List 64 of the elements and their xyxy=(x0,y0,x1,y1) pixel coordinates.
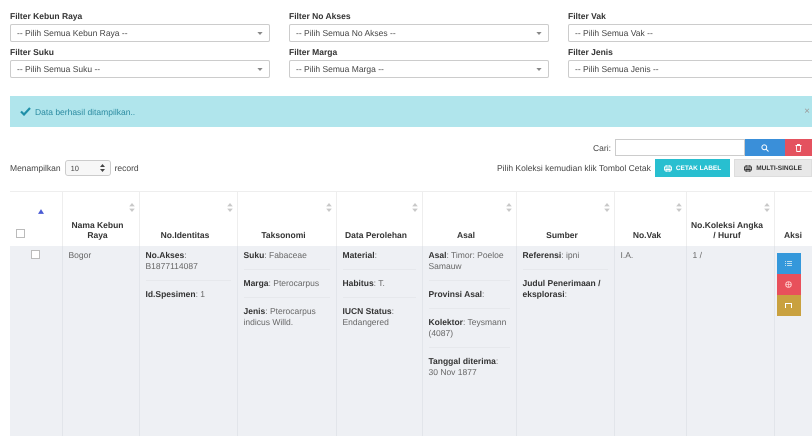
table-cell-field: Suku: Fabaceae xyxy=(244,250,330,270)
table-cell-field: Kolektor: Teysmann (4087) xyxy=(428,317,510,348)
filter-label: Filter No Akses xyxy=(289,11,352,21)
printer-icon xyxy=(664,164,672,172)
circle-icon xyxy=(785,281,792,288)
table-cell-field: Material: xyxy=(342,250,416,270)
column-header[interactable]: No.Vak xyxy=(614,192,686,246)
print-hint: Pilih Koleksi kemudian klik Tombol Cetak xyxy=(497,163,651,173)
length-suffix: record xyxy=(114,163,139,173)
table-cell-field: Marga: Pterocarpus xyxy=(244,278,330,298)
filter-label: Filter Vak xyxy=(568,11,607,21)
caret-icon xyxy=(536,68,542,70)
caret-icon xyxy=(257,32,263,34)
filter-label: Filter Marga xyxy=(289,47,338,57)
table-cell-field: Provinsi Asal: xyxy=(428,289,510,310)
column-header: Aksi xyxy=(774,192,812,246)
column-header[interactable]: Data Perolehan xyxy=(336,192,422,246)
list-icon xyxy=(785,261,792,266)
length-prefix: Menampilkan xyxy=(10,163,61,173)
caret-icon xyxy=(536,32,542,34)
search-button[interactable] xyxy=(745,139,785,156)
table-cell-field: No.Akses: B1877114087 xyxy=(146,250,230,282)
detail-button[interactable] xyxy=(776,253,800,274)
filter-select[interactable]: -- Pilih Semua Suku -- xyxy=(10,60,270,78)
filter-label: Filter Kebun Raya xyxy=(10,11,84,21)
printer-icon xyxy=(744,164,752,172)
table-cell-field: Referensi: ipni xyxy=(522,250,608,270)
column-header[interactable]: Sumber xyxy=(516,192,614,246)
select-all-checkbox[interactable] xyxy=(16,229,25,238)
row-checkbox[interactable] xyxy=(31,250,40,259)
table-cell-field: Jenis: Pterocarpus indicus Willd. xyxy=(244,306,330,336)
bracket-icon xyxy=(785,303,792,308)
filter-select[interactable]: -- Pilih Semua Vak -- xyxy=(568,24,812,42)
table-cell-field: Habitus: T. xyxy=(342,278,416,298)
filter-select[interactable]: -- Pilih Semua Kebun Raya -- xyxy=(10,24,270,42)
column-header[interactable]: Taksonomi xyxy=(237,192,336,246)
column-header[interactable]: No.Identitas xyxy=(139,192,237,246)
edit-button[interactable] xyxy=(776,295,800,316)
filter-select[interactable]: -- Pilih Semua Marga -- xyxy=(289,60,549,78)
table-cell-field: Asal: Timor: Poeloe Samauw xyxy=(428,250,510,282)
search-field[interactable] xyxy=(615,139,745,156)
table-cell-field: 1 / xyxy=(692,250,768,270)
spinner-icon xyxy=(100,164,105,172)
column-header[interactable]: Nama Kebun Raya xyxy=(62,192,139,246)
filter-label: Filter Jenis xyxy=(568,47,614,57)
trash-icon xyxy=(795,144,802,152)
check-icon xyxy=(20,107,31,116)
search-label: Cari: xyxy=(593,142,611,152)
filter-select[interactable]: -- Pilih Semua No Akses -- xyxy=(289,24,549,42)
table-cell-field: Bogor xyxy=(68,250,132,270)
table-cell-field: I.A. xyxy=(620,250,680,270)
column-header[interactable]: Asal xyxy=(422,192,516,246)
table-cell-field: Id.Spesimen: 1 xyxy=(146,289,230,308)
table-cell-field: Tanggal diterima: 30 Nov 1877 xyxy=(428,356,510,386)
alert-message: Data berhasil ditampilkan.. xyxy=(35,106,136,116)
filter-label: Filter Suku xyxy=(10,47,55,57)
search-icon xyxy=(761,144,769,152)
print-button[interactable] xyxy=(776,274,800,295)
table-cell-field: Judul Penerimaan / eksplorasi: xyxy=(522,278,608,308)
filter-select[interactable]: -- Pilih Semua Jenis -- xyxy=(568,60,812,78)
caret-icon xyxy=(257,68,263,70)
table-cell-field: IUCN Status: Endangered xyxy=(342,306,416,336)
column-header[interactable]: No.Koleksi Angka / Huruf xyxy=(686,192,774,246)
delete-button[interactable] xyxy=(785,139,812,156)
